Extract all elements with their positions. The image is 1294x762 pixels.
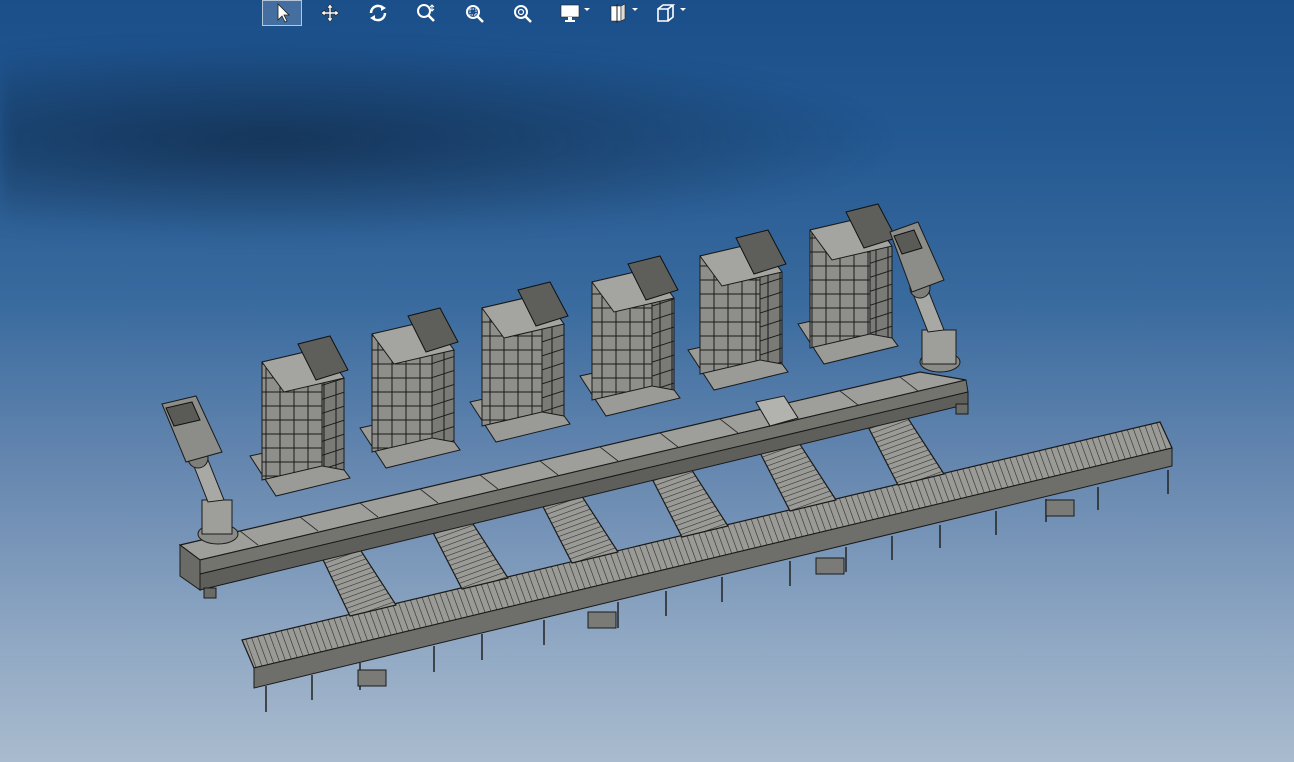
pallet-cell-2 [359,307,461,469]
cad-model-viewport[interactable] [0,0,1294,762]
pallet-cell-5 [687,229,789,391]
robot-arm-right [889,221,961,373]
pallet-cell-3 [469,281,571,443]
pallet-cell-6 [797,203,899,365]
robot-arm-left [161,395,239,545]
pallet-cell-1 [249,335,351,497]
pallet-cell-4 [579,255,681,417]
